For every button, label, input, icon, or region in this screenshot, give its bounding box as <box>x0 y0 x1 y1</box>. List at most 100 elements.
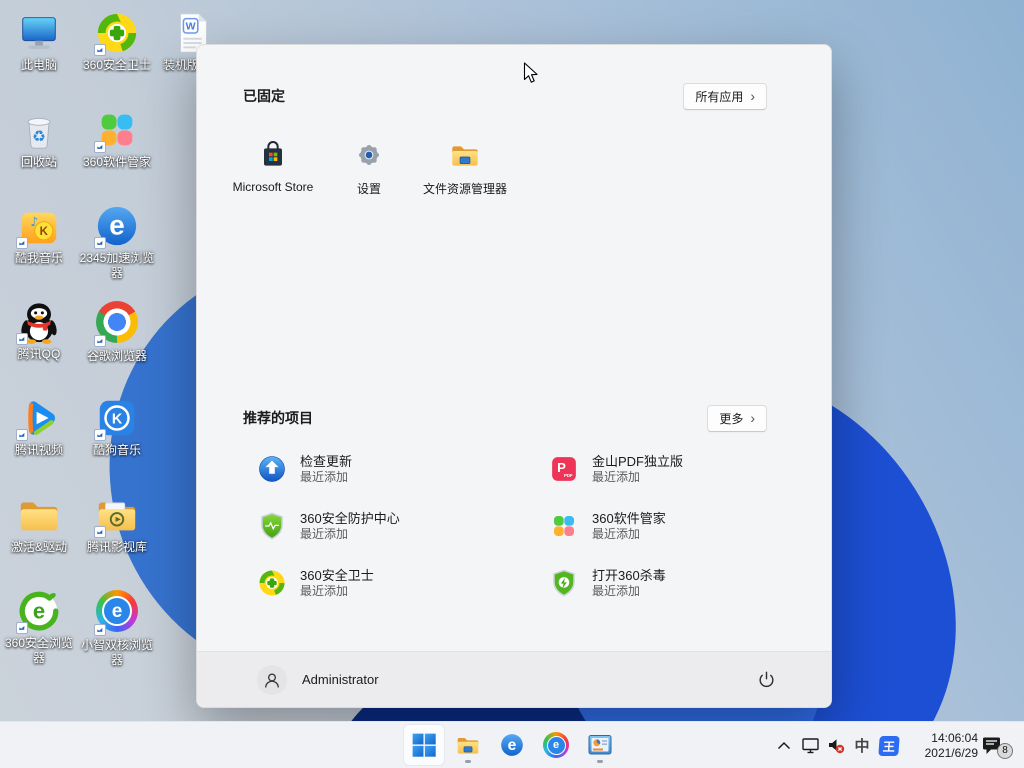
2345-browser-icon: e <box>94 203 140 249</box>
recommended-title: 打开360杀毒 <box>592 567 666 584</box>
desktop-icon-label: 谷歌浏览器 <box>78 349 156 364</box>
svg-text:K: K <box>112 411 123 427</box>
desktop-icon-label: 小智双核浏览器 <box>78 638 156 668</box>
ime-mode-button[interactable]: 中 <box>850 726 874 766</box>
pinned-apps-grid: Microsoft Store 设置 文件资 <box>225 131 513 215</box>
folder-icon <box>16 492 62 538</box>
shortcut-arrow-icon <box>94 624 106 636</box>
svg-text:K: K <box>40 226 49 238</box>
desktop-icon-xiaozhi-browser[interactable]: e 小智双核浏览器 <box>78 588 156 668</box>
taskbar-file-explorer[interactable] <box>448 725 488 765</box>
tencent-video-icon <box>16 395 62 441</box>
recommended-item-kingsoft-pdf[interactable]: P PDF 金山PDF独立版 最近添加 <box>549 451 841 487</box>
taskbar-system-tool[interactable] <box>580 725 620 765</box>
desktop-icon-label: 2345加速浏览器 <box>78 251 156 281</box>
pinned-app-file-explorer[interactable]: 文件资源管理器 <box>417 131 513 215</box>
user-avatar[interactable] <box>257 665 287 695</box>
more-button[interactable]: 更多 › <box>707 405 767 432</box>
notification-center-button[interactable]: 8 <box>980 726 1014 766</box>
pinned-app-label: 文件资源管理器 <box>417 180 513 197</box>
desktop-icon-label: 360安全浏览器 <box>0 636 78 666</box>
desktop-icon-tencent-video[interactable]: 腾讯视频 <box>0 395 78 458</box>
360-manager-icon <box>549 511 579 541</box>
chrome-icon <box>94 301 140 347</box>
taskbar-xiaozhi-browser[interactable]: e <box>536 725 576 765</box>
desktop-icon-this-pc[interactable]: 此电脑 <box>0 10 78 73</box>
recommended-item-360-safe[interactable]: 360安全卫士 最近添加 <box>257 565 549 601</box>
recommended-subtitle: 最近添加 <box>300 527 400 542</box>
running-indicator <box>597 760 603 763</box>
desktop-icon-label: 360安全卫士 <box>78 58 156 73</box>
recommended-item-check-updates[interactable]: 检查更新 最近添加 <box>257 451 549 487</box>
recommended-title: 检查更新 <box>300 453 352 470</box>
svg-text:PDF: PDF <box>564 473 573 478</box>
desktop-icon-tencent-library[interactable]: 腾讯影视库 <box>78 492 156 555</box>
shortcut-arrow-icon <box>94 237 106 249</box>
recommended-item-360-antivirus[interactable]: 打开360杀毒 最近添加 <box>549 565 841 601</box>
recommended-item-360-protection[interactable]: 360安全防护中心 最近添加 <box>257 508 549 544</box>
recommended-subtitle: 最近添加 <box>592 470 683 485</box>
desktop-icon-label: 腾讯影视库 <box>78 540 156 555</box>
recommended-item-360-manager[interactable]: 360软件管家 最近添加 <box>549 508 841 544</box>
network-button[interactable] <box>798 726 822 766</box>
file-explorer-icon <box>449 139 481 171</box>
pinned-app-label: 设置 <box>321 180 417 197</box>
svg-text:e: e <box>508 737 517 754</box>
this-pc-icon <box>16 10 62 56</box>
shortcut-arrow-icon <box>16 333 28 345</box>
taskbar-2345-browser[interactable]: e <box>492 725 532 765</box>
xiaozhi-browser-icon: e <box>94 590 140 636</box>
chevron-right-icon: › <box>750 91 755 101</box>
desktop-icon-360-safe[interactable]: 360安全卫士 <box>78 10 156 73</box>
pinned-app-settings[interactable]: 设置 <box>321 131 417 215</box>
taskbar: e e <box>0 721 1024 768</box>
desktop-icon-kuwo-music[interactable]: ♪ K 酷我音乐 <box>0 203 78 266</box>
desktop-icon-label: 此电脑 <box>0 58 78 73</box>
desktop-icon-label: 360软件管家 <box>78 155 156 170</box>
svg-text:e: e <box>109 210 124 241</box>
kingsoft-pdf-icon: P PDF <box>549 454 579 484</box>
start-button[interactable] <box>404 725 444 765</box>
desktop-icon-drivers-folder[interactable]: 激活&驱动 <box>0 492 78 555</box>
desktop-icon-360-manager[interactable]: 360软件管家 <box>78 107 156 170</box>
recommended-subtitle: 最近添加 <box>592 527 666 542</box>
hidden-icons-button[interactable] <box>772 726 796 766</box>
shortcut-arrow-icon <box>94 429 106 441</box>
system-tray: 中 王 14:06:04 2021/6/29 8 <box>772 722 1014 768</box>
desktop-icon-chrome[interactable]: 谷歌浏览器 <box>78 299 156 364</box>
power-button[interactable] <box>749 663 783 697</box>
pinned-app-microsoft-store[interactable]: Microsoft Store <box>225 131 321 215</box>
360-protection-shield-icon <box>257 511 287 541</box>
start-menu-footer: Administrator <box>197 651 831 707</box>
settings-gear-icon <box>353 139 385 171</box>
windows-logo-icon <box>411 732 437 758</box>
desktop-icon-qq[interactable]: 腾讯QQ <box>0 299 78 362</box>
volume-muted-icon <box>827 737 845 754</box>
shortcut-arrow-icon <box>94 526 106 538</box>
volume-button[interactable] <box>824 726 848 766</box>
desktop-icon-recycle-bin[interactable]: ♻ 回收站 <box>0 107 78 170</box>
all-apps-label: 所有应用 <box>695 88 743 105</box>
kuwo-music-icon: ♪ K <box>16 203 62 249</box>
desktop-icon-360-browser[interactable]: e 360安全浏览器 <box>0 588 78 666</box>
svg-text:♻: ♻ <box>32 128 46 146</box>
desktop-icon-kugou-music[interactable]: K 酷狗音乐 <box>78 395 156 458</box>
recommended-subtitle: 最近添加 <box>300 470 352 485</box>
desktop-icon-2345-browser[interactable]: e 2345加速浏览器 <box>78 203 156 281</box>
recommended-title: 金山PDF独立版 <box>592 453 683 470</box>
shortcut-arrow-icon <box>16 622 28 634</box>
360-safe-icon <box>94 10 140 56</box>
desktop-icon-label: 酷狗音乐 <box>78 443 156 458</box>
desktop-icon-label: 激活&驱动 <box>0 540 78 555</box>
recommended-title: 360软件管家 <box>592 510 666 527</box>
all-apps-button[interactable]: 所有应用 › <box>683 83 767 110</box>
chevron-right-icon: › <box>750 413 755 423</box>
ime-toolbar-button[interactable]: 王 <box>876 726 902 766</box>
folder-video-icon <box>94 492 140 538</box>
person-icon <box>262 670 282 690</box>
kugou-music-icon: K <box>94 395 140 441</box>
recommended-grid: 检查更新 最近添加 P PDF 金山PDF独立版 最近添加 360安全防护中心 … <box>257 451 841 601</box>
running-indicator <box>465 760 471 763</box>
taskbar-clock[interactable]: 14:06:04 2021/6/29 <box>904 731 978 761</box>
pinned-app-label: Microsoft Store <box>225 180 321 194</box>
